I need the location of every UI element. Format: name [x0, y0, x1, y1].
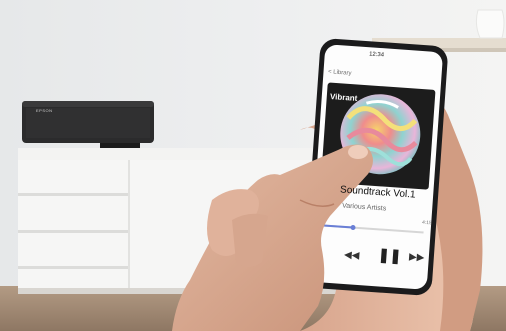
status-time: 12:34: [368, 51, 385, 59]
fast-forward-icon[interactable]: ▶▶: [409, 251, 425, 263]
pause-icon[interactable]: ❚❚: [377, 246, 403, 265]
photo-scene: 12:34 < Library Vibrant Soundtrack Vol.1…: [0, 0, 506, 331]
vase: [475, 9, 505, 39]
time-remaining: 4:15: [421, 219, 432, 227]
album-label: Vibrant: [329, 92, 358, 103]
rewind-icon[interactable]: ◀◀: [344, 249, 360, 261]
scene-svg: [0, 0, 506, 331]
projector-brand: EPSON: [36, 108, 53, 113]
